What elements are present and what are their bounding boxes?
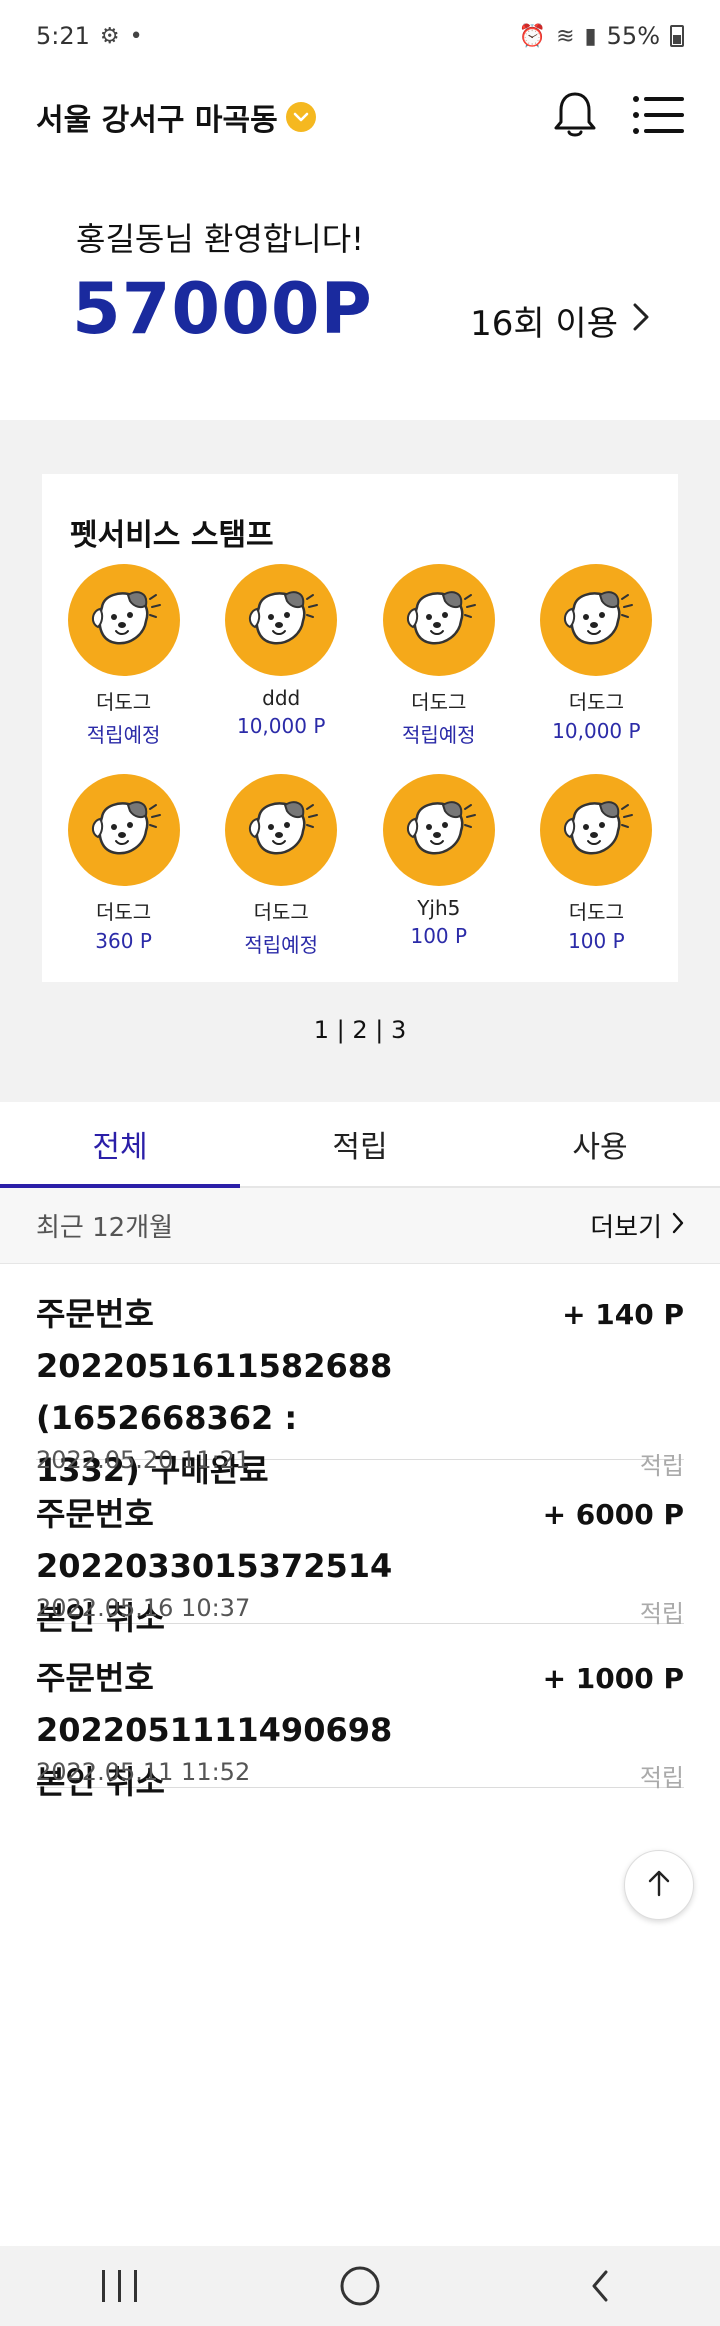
- history-amount: + 1000 P: [542, 1662, 684, 1695]
- stamp-status: 적립예정: [86, 723, 161, 747]
- filter-bar: 최근 12개월 더보기: [0, 1188, 720, 1264]
- history-list: 주문번호 2022051611582688 (1652668362 : 1332…: [0, 1264, 720, 1801]
- wifi-icon: ≋: [556, 23, 575, 49]
- location-label: 서울 강서구 마곡동: [36, 103, 278, 138]
- bell-icon[interactable]: [552, 90, 598, 144]
- dog-icon: [225, 774, 338, 886]
- tab-1[interactable]: 적립: [240, 1102, 480, 1186]
- app-header: 서울 강서구 마곡동: [0, 72, 720, 162]
- tab-0[interactable]: 전체: [0, 1102, 240, 1188]
- dog-icon: [67, 564, 180, 676]
- history-date: 2022.05.16 10:37: [36, 1594, 251, 1622]
- point-balance: 57000P: [72, 268, 373, 350]
- notification-dot-icon: •: [129, 23, 143, 49]
- home-button[interactable]: [300, 2256, 420, 2316]
- stamp-store-name: Yjh5: [417, 896, 461, 920]
- chevron-down-icon: [285, 102, 316, 132]
- stamp-pager[interactable]: 1 | 2 | 3: [0, 1016, 720, 1044]
- header-actions: [552, 90, 684, 144]
- signal-icon: ▮: [584, 23, 597, 49]
- stamp-store-name: 더도그: [411, 690, 467, 714]
- stamp-item[interactable]: 더도그적립예정: [205, 774, 357, 958]
- stamp-card: 펫서비스 스탬프 더도그 적립예정 ddd 10,000 P 더도그 적립예정 더도그 10,…: [42, 474, 678, 982]
- stamp-status: 100 P: [410, 924, 468, 948]
- tab-2[interactable]: 사용: [480, 1102, 720, 1186]
- dog-icon: [382, 774, 495, 886]
- chevron-right-icon: [632, 301, 650, 341]
- more-link[interactable]: 더보기: [590, 1207, 684, 1244]
- history-type: 적립: [639, 1764, 684, 1792]
- recent-apps-button[interactable]: [60, 2256, 180, 2316]
- menu-icon[interactable]: [632, 95, 684, 139]
- stamp-status: 100 P: [568, 929, 625, 953]
- stamp-item[interactable]: 더도그적립예정: [48, 564, 200, 748]
- stamp-item[interactable]: 더도그적립예정: [363, 564, 515, 748]
- stamp-status: 10,000 P: [552, 719, 641, 743]
- stamp-status: 10,000 P: [236, 714, 326, 738]
- usage-count-link[interactable]: 16회 이용: [470, 296, 650, 345]
- stamp-status: 적립예정: [401, 723, 476, 747]
- stamp-title: 펫서비스 스탬프: [70, 518, 274, 553]
- dog-icon: [382, 564, 495, 676]
- chevron-right-icon: [672, 1211, 684, 1241]
- status-left: 5:21 ⚙ •: [36, 22, 143, 50]
- history-amount: + 140 P: [562, 1298, 684, 1331]
- history-amount: + 6000 P: [542, 1498, 684, 1531]
- stamp-grid: 더도그 적립예정 ddd 10,000 P 더도그 적립예정 더도그 10,000 P 더도그 3…: [42, 564, 678, 958]
- stamp-item[interactable]: 더도그 360 P: [48, 774, 200, 958]
- stamp-store-name: 더도그: [568, 690, 624, 714]
- period-label: 최근 12개월: [36, 1213, 174, 1243]
- stamp-store-name: 더도그: [253, 900, 309, 924]
- status-time: 5:21: [36, 22, 90, 50]
- usage-count: 16회 이용: [470, 304, 618, 344]
- battery-percent: 55%: [606, 22, 660, 50]
- history-type: 적립: [639, 1600, 684, 1628]
- history-date: 2022.05.20 11:21: [36, 1446, 251, 1474]
- location-selector[interactable]: 서울 강서구 마곡동: [36, 95, 316, 139]
- system-nav-bar: [0, 2246, 720, 2326]
- history-date: 2022.05.11 11:52: [36, 1758, 251, 1786]
- stamp-item[interactable]: 더도그 10,000 P: [520, 564, 672, 748]
- stamp-store-name: 더도그: [568, 900, 624, 924]
- dog-icon: [225, 564, 338, 676]
- page: 5:21 ⚙ • ⏰ ≋ ▮ 55% 서울 강서구 마곡동 홍길동님 환영합니다…: [0, 0, 720, 2326]
- scroll-to-top-button[interactable]: [624, 1850, 694, 1920]
- dog-icon: [540, 564, 653, 676]
- status-right: ⏰ ≋ ▮ 55%: [519, 22, 684, 50]
- stamp-item[interactable]: 더도그 100 P: [520, 774, 672, 958]
- alarm-icon: ⏰: [518, 23, 547, 49]
- stamp-item[interactable]: Yjh5 100 P: [363, 774, 515, 958]
- more-label: 더보기: [590, 1213, 662, 1243]
- arrow-up-icon: [647, 1869, 671, 1901]
- stamp-item[interactable]: ddd 10,000 P: [205, 564, 357, 748]
- stamp-store-name: ddd: [262, 686, 301, 710]
- back-button[interactable]: [540, 2256, 660, 2316]
- settings-icon: ⚙: [99, 23, 120, 49]
- welcome-message: 홍길동님 환영합니다!: [76, 220, 364, 258]
- stamp-status: 360 P: [95, 929, 152, 953]
- history-item[interactable]: 주문번호 2022051611582688 (1652668362 : 1332…: [36, 1276, 684, 1489]
- stamp-section: 펫서비스 스탬프 더도그 적립예정 ddd 10,000 P 더도그 적립예정 더도그 10,…: [0, 420, 720, 1102]
- status-bar: 5:21 ⚙ • ⏰ ≋ ▮ 55%: [0, 0, 720, 72]
- history-item[interactable]: 주문번호 2022033015372514 본인 취소 + 6000 P 2022.…: [36, 1474, 684, 1637]
- stamp-status: 적립예정: [244, 933, 318, 957]
- history-tabs: 전체 적립 사용: [0, 1102, 720, 1188]
- battery-icon: [670, 25, 684, 47]
- dog-icon: [540, 774, 653, 886]
- dog-icon: [67, 774, 180, 886]
- history-item[interactable]: 주문번호 2022051111490698 본인 취소 + 1000 P 2022.…: [36, 1638, 684, 1801]
- stamp-store-name: 더도그: [95, 900, 152, 924]
- stamp-store-name: 더도그: [95, 690, 152, 714]
